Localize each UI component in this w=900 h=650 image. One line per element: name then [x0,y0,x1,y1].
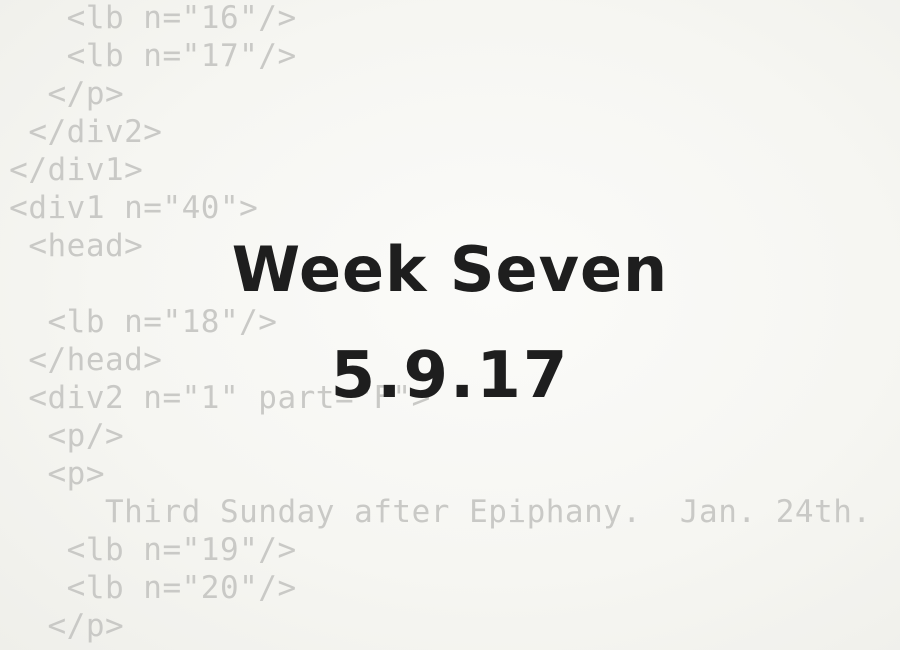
code-line: <p/> [0,418,125,454]
code-line: <lb n="20"/> [0,570,297,606]
code-line: <lb n="18"/> [0,304,278,340]
week-title: Week Seven [231,233,669,306]
code-line: <p> [0,456,105,492]
code-line: <div1 n="40"> [0,190,259,226]
code-background: <lb n="16"/> <lb n="17"/> </p> </div2> <… [0,0,900,650]
date-title: 5.9.17 [330,339,570,413]
code-line: </p> [0,76,125,112]
code-line: <lb n="17"/> [0,38,297,74]
code-line: </div1> [0,152,144,188]
code-line: <lb n="19"/> [0,532,297,568]
code-line: </div2> [0,114,163,150]
code-line: </p> [0,608,125,644]
code-line: Third Sunday after Epiphany. Jan. 24th. [0,494,872,530]
code-line: <lb n="16"/> [0,0,297,36]
